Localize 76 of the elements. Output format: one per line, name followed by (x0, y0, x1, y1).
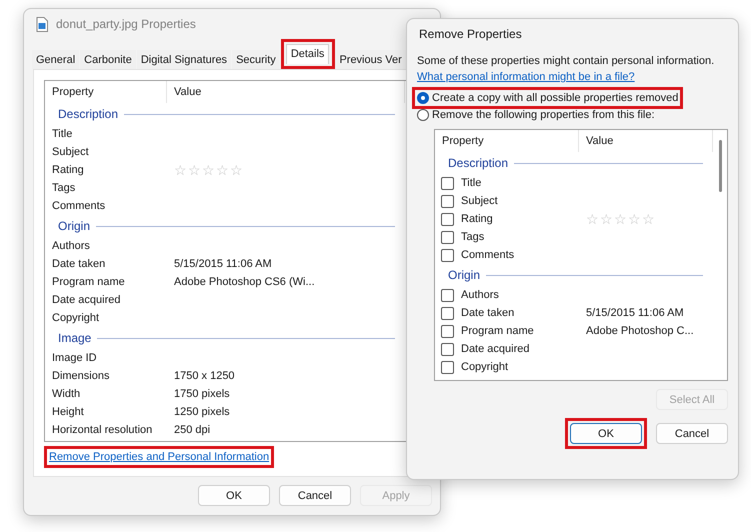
property-name: Title (51, 128, 74, 140)
star-icon: ☆ (174, 163, 187, 177)
star-icon: ☆ (642, 212, 655, 226)
property-name: Title (460, 177, 482, 189)
property-name: Date acquired (460, 343, 530, 355)
checkbox[interactable] (441, 306, 454, 320)
property-value: Adobe Photoshop CS6 (Wi... (173, 276, 315, 288)
property-name: Subject (51, 146, 90, 158)
star-icon: ☆ (202, 163, 215, 177)
group-heading: Origin (448, 268, 480, 282)
property-name: Image ID (51, 352, 98, 364)
star-icon: ☆ (614, 212, 627, 226)
property-name: Comments (460, 249, 516, 261)
window-title: donut_party.jpg Properties (56, 17, 196, 31)
property-name: Tags (51, 182, 76, 194)
property-name: Date acquired (51, 294, 122, 306)
property-name: Copyright (51, 312, 100, 324)
dialog-button[interactable]: OK (198, 485, 270, 506)
property-name: Dimensions (51, 370, 110, 382)
checkbox[interactable] (441, 342, 454, 356)
property-name: Date taken (51, 258, 106, 270)
star-icon: ☆ (628, 212, 641, 226)
column-header[interactable]: Property (435, 130, 579, 152)
star-icon: ☆ (586, 212, 599, 226)
property-name: Date taken (460, 307, 516, 319)
star-icon: ☆ (600, 212, 613, 226)
dialog-button[interactable]: Cancel (656, 423, 728, 444)
checkbox[interactable] (441, 212, 454, 226)
star-icon: ☆ (188, 163, 201, 177)
column-header[interactable]: Value (167, 81, 405, 103)
property-value: Adobe Photoshop C... (585, 325, 694, 337)
property-name: Rating (51, 164, 85, 176)
checkbox[interactable] (441, 288, 454, 302)
property-name: Subject (460, 195, 499, 207)
dialog-button[interactable]: OK (570, 423, 642, 444)
property-value: 5/15/2015 11:06 AM (173, 258, 272, 270)
property-name: Program name (51, 276, 126, 288)
dialog-button[interactable]: Cancel (279, 485, 351, 506)
property-name: Authors (51, 240, 91, 252)
property-name: Program name (460, 325, 535, 337)
property-name: Height (51, 406, 85, 418)
property-name: Authors (460, 289, 500, 301)
star-icon: ☆ (216, 163, 229, 177)
checkbox[interactable] (441, 194, 454, 208)
image-file-icon (36, 16, 48, 32)
scrollbar-thumb[interactable] (718, 140, 722, 192)
tab[interactable]: Details (286, 44, 330, 64)
column-header[interactable]: Property (45, 81, 167, 103)
help-link[interactable]: What personal information might be in a file? (417, 71, 635, 83)
property-value: 1750 pixels (173, 388, 230, 400)
remove-properties-link[interactable]: Remove Properties and Personal Information (49, 451, 270, 463)
property-value: 5/15/2015 11:06 AM (585, 307, 684, 319)
group-heading: Description (58, 107, 118, 121)
radio-option[interactable]: Remove the following properties from this file: (412, 109, 655, 121)
checkbox[interactable] (441, 248, 454, 262)
star-icon: ☆ (230, 163, 243, 177)
column-header[interactable]: Value (579, 130, 713, 152)
group-heading: Image (58, 331, 92, 345)
property-value: 1750 x 1250 (173, 370, 235, 382)
checkbox[interactable] (441, 360, 454, 374)
checkbox[interactable] (441, 230, 454, 244)
property-name: Comments (51, 200, 106, 212)
property-name: Rating (460, 213, 494, 225)
group-heading: Origin (58, 219, 90, 233)
checkbox[interactable] (441, 324, 454, 338)
checkbox[interactable] (441, 176, 454, 190)
property-value: 250 dpi (173, 424, 210, 436)
property-name: Horizontal resolution (51, 424, 154, 436)
property-name: Copyright (460, 361, 510, 373)
group-heading: Description (448, 156, 508, 170)
property-value: 1250 pixels (173, 406, 230, 418)
intro-text: Some of these properties might contain personal information. (417, 55, 716, 67)
property-name: Tags (460, 231, 486, 243)
radio-option[interactable]: Create a copy with all possible properties removed (417, 92, 678, 104)
dialog-title: Remove Properties (419, 27, 522, 41)
property-name: Width (51, 388, 82, 400)
